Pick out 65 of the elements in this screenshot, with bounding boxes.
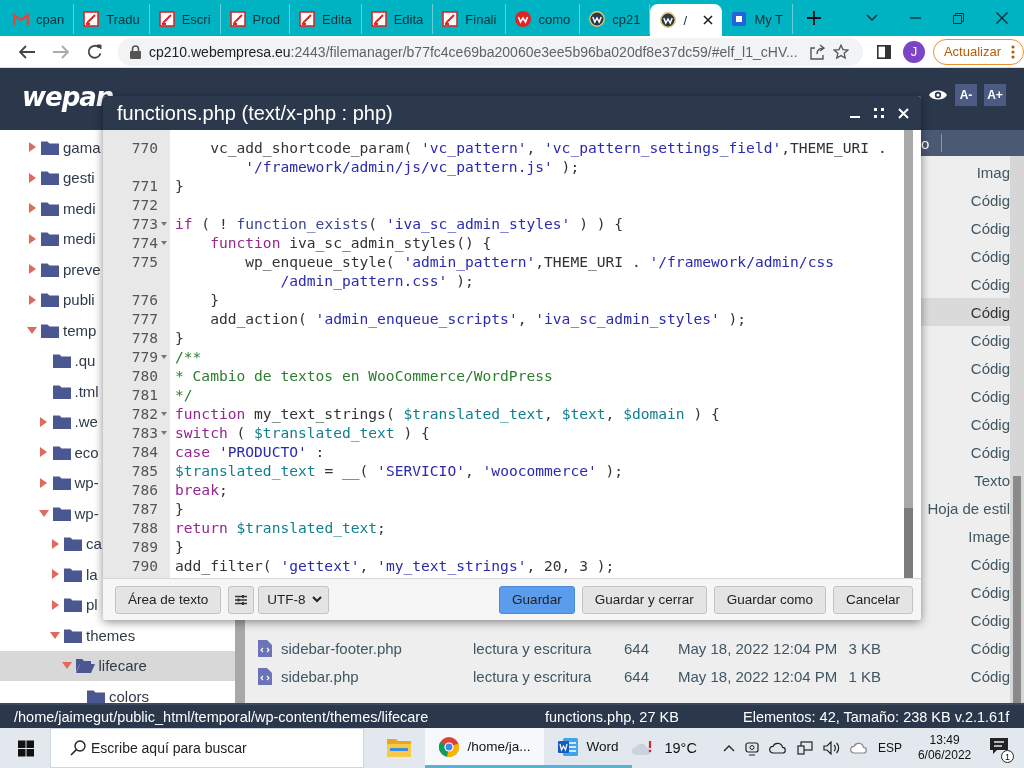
line-number: 787 <box>130 499 158 518</box>
code-line: if ( ! function_exists( 'iva_sc_admin_styles' ) ) { <box>174 214 624 233</box>
code-line: } <box>174 328 184 347</box>
code-line: add_action( 'admin_enqueue_scripts', 'iva_sc_admin_styles' ); <box>209 309 747 328</box>
line-number: 777 <box>130 309 158 328</box>
code-line: */ <box>174 385 193 404</box>
code-line: } <box>174 499 184 518</box>
line-number: 773 <box>130 214 158 233</box>
code-line: add_filter( 'gettext', 'my_text_strings', 20, 3 ); <box>174 556 615 575</box>
code-line: function iva_sc_admin_styles() { <box>209 233 492 252</box>
weather-text: 19°C <box>664 740 697 756</box>
line-number: 784 <box>130 442 158 461</box>
line-number: 771 <box>130 176 158 195</box>
type-text: Hoja de estil <box>926 499 1010 517</box>
status-text: Elementos: 42, Tamaño: 238 KB v.2.1.61f <box>743 708 1010 725</box>
line-number: 781 <box>130 385 158 404</box>
type-text: Códig <box>969 303 1010 321</box>
line-number: 778 <box>130 328 158 347</box>
size-text: 3 KB <box>847 639 881 657</box>
line-number: 774 <box>130 233 158 252</box>
line-number: 775 <box>130 252 158 272</box>
mode-text: 644 <box>624 667 651 685</box>
type-text: Códig <box>969 191 1010 209</box>
code-line: function my_text_strings( $translated_text, $text, $domain ) { <box>174 404 720 423</box>
notification-badge: 1 <box>1001 750 1014 763</box>
line-number: 790 <box>130 556 158 575</box>
mode-text: 644 <box>624 639 651 657</box>
line-number: 789 <box>130 537 158 556</box>
line-number: 785 <box>130 461 158 480</box>
date-text: May 18, 2022 12:04 PM <box>678 667 838 685</box>
permissions-text: lectura y escritura <box>473 639 593 657</box>
line-number: 783 <box>130 423 158 442</box>
code-line: } <box>174 176 184 195</box>
line-number: 772 <box>130 195 158 214</box>
code-line: } <box>174 537 184 556</box>
date-text: May 18, 2022 12:04 PM <box>678 639 838 657</box>
type-text: Códig <box>969 667 1010 685</box>
line-number: 786 <box>130 480 158 499</box>
type-text: Códig <box>969 611 1010 629</box>
line-number: 770 <box>130 138 158 158</box>
line-number: 779 <box>130 347 158 366</box>
permissions-text: lectura y escritura <box>473 667 593 685</box>
code-line: * Cambio de textos en WooCommerce/WordPress <box>174 366 553 385</box>
size-text: 1 KB <box>847 667 881 685</box>
code-line: vc_add_shortcode_param( 'vc_pattern', 'vc_pattern_settings_field',THEME_URI . '/framework/admin/js/vc_pattern.js' ); <box>209 138 887 176</box>
line-number: 776 <box>130 290 158 309</box>
code-line: return $translated_text; <box>174 518 386 537</box>
status-text: functions.php, 27 KB <box>545 708 680 725</box>
code-line: wp_enqueue_style( 'admin_pattern',THEME_URI . '/framework/admin/css /admin_pattern.css' ); <box>244 252 834 290</box>
code-line: break; <box>174 480 228 499</box>
code-line: switch ( $translated_text ) { <box>174 423 430 442</box>
code-line: /** <box>174 347 202 366</box>
line-number: 782 <box>130 404 158 423</box>
status-text: /home/jaimegut/public_html/temporal/wp-content/themes/lifecare <box>13 708 430 725</box>
code-line: case 'PRODUCTO' : <box>174 442 325 461</box>
type-text: Códig <box>969 387 1010 405</box>
file-name: sidebar-footer.php <box>281 639 403 657</box>
type-text: Códig <box>969 331 1010 349</box>
dialog-title: functions.php (text/x-php : php) <box>117 101 394 125</box>
code-line: } <box>209 290 219 309</box>
code-line: $translated_text = __( 'SERVICIO', 'woocommerce' ); <box>174 461 624 480</box>
line-number: 788 <box>130 518 158 537</box>
file-name: sidebar.php <box>281 667 360 685</box>
type-text: Códig <box>969 639 1010 657</box>
line-number: 780 <box>130 366 158 385</box>
